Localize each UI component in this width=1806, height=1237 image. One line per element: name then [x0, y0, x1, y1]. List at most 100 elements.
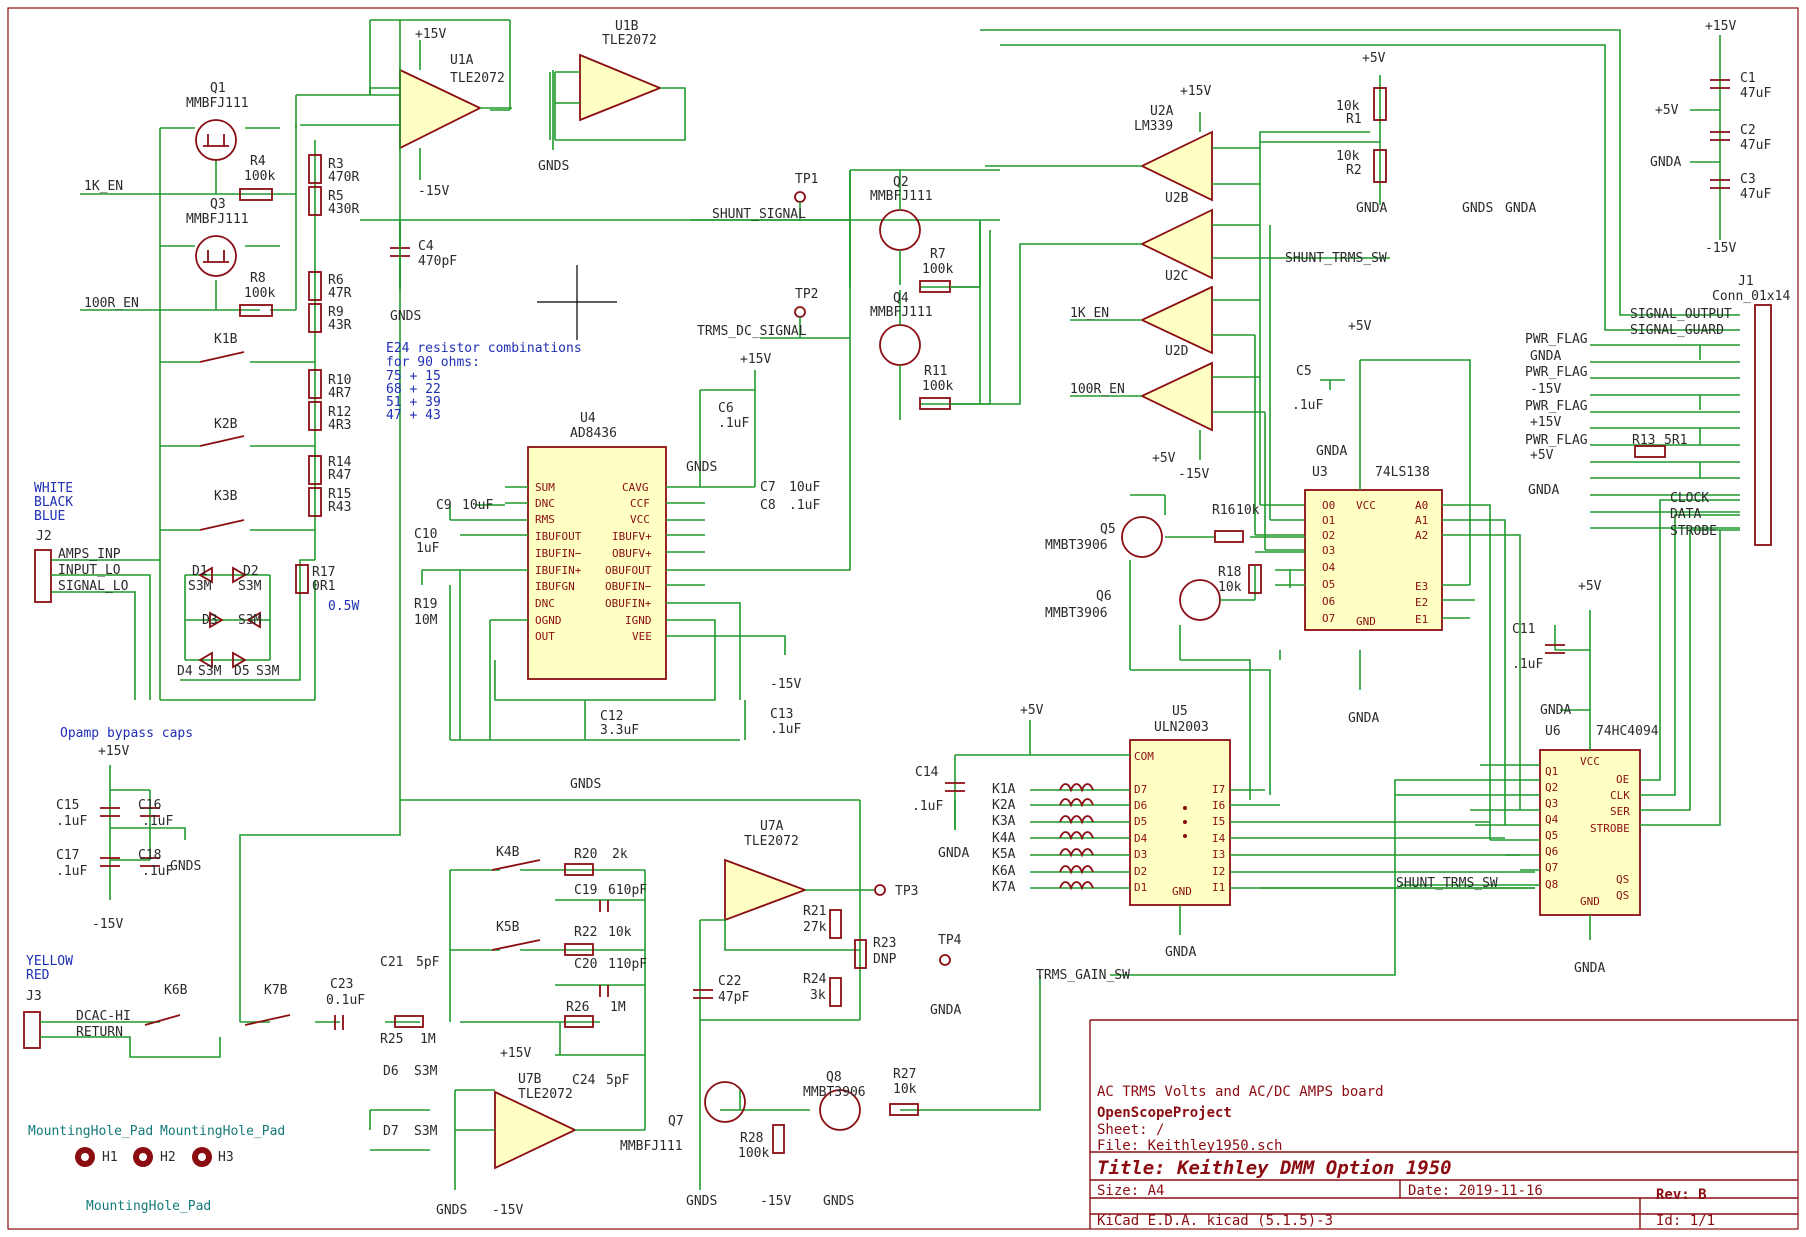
val-u7a: TLE2072	[744, 834, 799, 849]
val-r21: 27k	[803, 920, 827, 935]
u4-pin-l9: OGND	[535, 614, 562, 627]
ref-r4: R4	[250, 154, 266, 169]
ref-c18: C18	[138, 848, 161, 863]
u3-a0: A0	[1415, 499, 1428, 512]
u5-d7: D7	[1134, 783, 1147, 796]
val-r27: 10k	[893, 1082, 917, 1097]
u6-q2: Q2	[1545, 781, 1558, 794]
ref-q3: Q3	[210, 197, 226, 212]
val-u5: ULN2003	[1154, 720, 1209, 735]
tb-id: Id: 1/1	[1656, 1213, 1715, 1229]
pwr-n15-u4: -15V	[770, 677, 801, 692]
ref-c4: C4	[418, 239, 434, 254]
val-r18: 10k	[1218, 580, 1242, 595]
relay-k5b: K5B	[496, 920, 520, 935]
ref-c20: C20	[574, 957, 597, 972]
val-r2: 10k	[1336, 149, 1360, 164]
ref-j2: J2	[36, 529, 52, 544]
u6-qs2: QS	[1616, 889, 1629, 902]
val-c17: .1uF	[56, 864, 87, 879]
coil-k3a: K3A	[992, 814, 1016, 829]
val-c8: .1uF	[789, 498, 820, 513]
ref-c24: C24	[572, 1073, 596, 1088]
val-r3: 470R	[328, 170, 359, 185]
u6-ser: SER	[1610, 805, 1630, 818]
ref-r20: R20	[574, 847, 597, 862]
ref-q2: Q2	[893, 175, 909, 190]
val-r22: 10k	[608, 925, 632, 940]
u4-pin-r1: CAVG	[622, 481, 649, 494]
u3-e3: E3	[1415, 580, 1428, 593]
u5-d4: D4	[1134, 832, 1148, 845]
ref-r11: R11	[924, 364, 947, 379]
pwr-gnda-j1: GNDA	[1530, 349, 1561, 364]
ref-d7: D7	[383, 1124, 399, 1139]
net-strobe: STROBE	[1670, 524, 1717, 539]
val-c12: 3.3uF	[600, 723, 639, 738]
val-c11: .1uF	[1512, 657, 1543, 672]
u3-o6: O6	[1322, 595, 1335, 608]
u4-pin-l4: IBUFOUT	[535, 530, 582, 543]
pwr-n15-j1: -15V	[1530, 382, 1561, 397]
ref-r8: R8	[250, 271, 266, 286]
val-c23: 0.1uF	[326, 993, 365, 1008]
u4-pin-r9: IGND	[625, 614, 652, 627]
val-r25: 1M	[420, 1032, 436, 1047]
ref-r26: R26	[566, 1000, 589, 1015]
u4-ad8436	[421, 169, 1000, 741]
u4-pin-r7: OBUFIN−	[605, 580, 652, 593]
ref-u2b: U2B	[1165, 191, 1189, 206]
val-r15: R43	[328, 500, 351, 515]
val-q7: MMBFJ111	[620, 1139, 683, 1154]
ref-r13: R13	[1632, 433, 1655, 448]
u6-q8: Q8	[1545, 878, 1558, 891]
pwr-p15-u1: +15V	[415, 27, 446, 42]
u4-pin-r10: VEE	[632, 630, 652, 643]
val-r14: R47	[328, 468, 351, 483]
val-d4: S3M	[198, 664, 222, 679]
flag-4: PWR_FLAG	[1525, 433, 1588, 448]
val-c21: 5pF	[416, 955, 440, 970]
ref-r19: R19	[414, 597, 437, 612]
j2-color-1: WHITE	[34, 481, 73, 496]
ref-c17: C17	[56, 848, 79, 863]
u5-com: COM	[1134, 750, 1154, 763]
u5-i3: I3	[1212, 848, 1225, 861]
u3-o1: O1	[1322, 514, 1335, 527]
u5-d6: D6	[1134, 799, 1147, 812]
pwr-n15-u2: -15V	[1178, 467, 1209, 482]
pwr-p5-u3: +5V	[1348, 319, 1372, 334]
relay-k4b: K4B	[496, 845, 520, 860]
pwr-gnda-tp4: GNDA	[930, 1003, 961, 1018]
val-u4: AD8436	[570, 426, 617, 441]
net-signal-lo: SIGNAL_LO	[58, 579, 129, 594]
tb-file: File: Keithley1950.sch	[1097, 1138, 1282, 1154]
val-c22: 47pF	[718, 990, 749, 1005]
u5-d1: D1	[1134, 881, 1147, 894]
pwr-p5-j1: +5V	[1530, 448, 1554, 463]
tp3: TP3	[895, 884, 918, 899]
pwr-p15-u7b: +15V	[500, 1046, 531, 1061]
tb-desc: AC TRMS Volts and AC/DC AMPS board	[1097, 1084, 1384, 1100]
val-r7: 100k	[922, 262, 953, 277]
ref-c12: C12	[600, 709, 623, 724]
mh-label-2: MountingHole_Pad	[160, 1124, 285, 1139]
ref-h3: H3	[218, 1150, 234, 1165]
pwr-gnds-u4: GNDS	[570, 777, 601, 792]
val-q3: MMBFJ111	[186, 212, 249, 227]
val-r6: 47R	[328, 286, 352, 301]
u5-i2: I2	[1212, 865, 1225, 878]
u4-pin-l5: IBUFIN−	[535, 547, 582, 560]
val-r4: 100k	[244, 169, 275, 184]
e24-title: E24 resistor combinations	[386, 341, 582, 356]
u3-o7: O7	[1322, 612, 1335, 625]
u5-d5: D5	[1134, 815, 1147, 828]
schematic-sheet: Q1 MMBFJ111 Q3 MMBFJ111 R4 100k R8 100k …	[7, 7, 1799, 1230]
val-r26: 1M	[610, 1000, 626, 1015]
pwr-gnda-c11: GNDA	[1540, 703, 1571, 718]
val-c7: 10uF	[789, 480, 820, 495]
pwr-gnda-c5: GNDA	[1316, 444, 1347, 459]
ref-d3: D3	[202, 613, 218, 628]
ref-u2c: U2C	[1165, 269, 1188, 284]
j2-color-3: BLUE	[34, 509, 65, 524]
